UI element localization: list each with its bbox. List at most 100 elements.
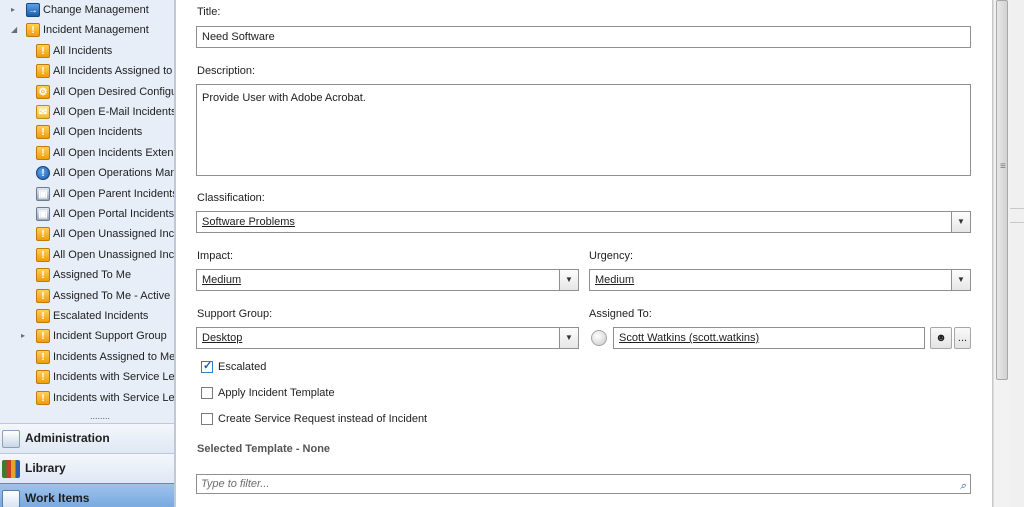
administration-icon <box>2 430 20 448</box>
tree-item-label: Incident Support Group <box>53 330 167 342</box>
vertical-scrollbar[interactable]: ≡ <box>993 0 1010 507</box>
tree-item[interactable]: ✉ All Open E-Mail Incidents <box>0 102 175 122</box>
tree-item-label: All Open E-Mail Incidents <box>53 106 175 118</box>
assigned-to-field[interactable]: Scott Watkins (scott.watkins) <box>613 327 925 349</box>
tree-item-label: Assigned To Me <box>53 269 132 281</box>
tree-item[interactable]: ! All Open Incidents Extend <box>0 143 175 163</box>
incident-icon: ! <box>36 329 50 343</box>
incident-management-icon: ! <box>26 23 40 37</box>
nav-library-button[interactable]: Library <box>0 453 174 483</box>
email-icon: ✉ <box>36 105 50 119</box>
incident-icon: ! <box>36 227 50 241</box>
assigned-incident-icon: ! <box>36 268 50 282</box>
search-icon[interactable]: ⌕ <box>960 477 966 495</box>
assigned-to-value: Scott Watkins (scott.watkins) <box>619 332 760 344</box>
tree-item[interactable]: ! All Open Unassigned Inci <box>0 224 175 244</box>
description-label: Description: <box>197 65 256 77</box>
support-group-label: Support Group: <box>197 308 273 320</box>
filter-placeholder: Type to filter... <box>201 478 270 490</box>
tree-item[interactable]: ! Incidents Assigned to Me <box>0 347 174 367</box>
tree-expander-icon[interactable]: ▸ <box>21 326 25 346</box>
incident-icon: ! <box>36 125 50 139</box>
navigation-sidebar: ▸ → Change Management ◢! Incident Management… <box>0 0 175 507</box>
user-picker-icon: ☻ <box>935 332 947 344</box>
desired-config-icon: ⚙ <box>36 85 50 99</box>
background-panel <box>1010 0 1024 507</box>
assigned-incident-icon: ! <box>36 289 50 303</box>
sla-warning-icon: ! <box>36 391 50 405</box>
create-service-request-checkbox[interactable] <box>201 413 213 425</box>
work-items-icon <box>2 490 20 507</box>
tree-item[interactable]: ! All Open Operations Man <box>0 163 174 183</box>
tree-item[interactable]: ◢! Incident Management <box>0 20 174 40</box>
tree-item-label: Incident Management <box>43 24 149 36</box>
more-items-indicator: ........ <box>90 411 111 421</box>
tree-item[interactable]: ! Assigned To Me - Active <box>0 286 174 306</box>
tree-item-label: Escalated Incidents <box>53 310 149 322</box>
tree-item[interactable]: ⚙ All Open Desired Configu <box>0 82 174 102</box>
nav-work-items-button[interactable]: Work Items <box>0 483 174 507</box>
apply-template-label: Apply Incident Template <box>218 387 335 399</box>
tree-item[interactable]: ▣ All Open Parent Incidents <box>0 184 175 204</box>
checkmark-icon: ✓ <box>203 360 213 372</box>
filter-input[interactable]: Type to filter... ⌕ <box>196 474 971 494</box>
tree-item[interactable]: ▣ All Open Portal Incidents <box>0 204 174 224</box>
tree-item[interactable]: ! Assigned To Me <box>0 265 174 285</box>
apply-template-checkbox[interactable] <box>201 387 213 399</box>
tree-item[interactable]: ! Escalated Incidents <box>0 306 174 326</box>
user-picker-button[interactable]: ☻ <box>930 327 952 349</box>
tree-item-label: All Open Incidents <box>53 126 143 138</box>
tree-item-label: All Open Parent Incidents <box>53 188 175 200</box>
tree-item[interactable]: ▸! Incident Support Group <box>0 326 174 346</box>
user-status-icon <box>591 330 607 346</box>
urgency-dropdown[interactable]: Medium ▼ <box>589 269 971 291</box>
tree-item[interactable]: ! Incidents with Service Lev <box>0 367 174 387</box>
incident-form: Title: Need Software Description: Provid… <box>175 0 993 507</box>
escalated-incident-icon: ! <box>36 309 50 323</box>
tree-expander-icon[interactable]: ▸ <box>11 0 15 20</box>
tree-item[interactable]: ! All Open Incidents <box>0 122 174 142</box>
escalated-checkbox[interactable]: ✓ <box>201 360 213 373</box>
title-label: Title: <box>197 6 221 18</box>
assigned-to-label: Assigned To: <box>589 308 652 320</box>
support-group-dropdown[interactable]: Desktop ▼ <box>196 327 579 349</box>
title-input[interactable]: Need Software <box>196 26 971 48</box>
incident-icon: ! <box>36 146 50 160</box>
tree-item[interactable]: ! All Incidents Assigned to <box>0 61 174 81</box>
browse-button[interactable]: ... <box>954 327 971 349</box>
create-service-request-label: Create Service Request instead of Incide… <box>218 413 428 425</box>
nav-library-label: Library <box>25 461 66 475</box>
tree-item[interactable]: ! All Open Unassigned Inci <box>0 245 175 265</box>
parent-incident-icon: ▣ <box>36 187 50 201</box>
incident-icon: ! <box>36 350 50 364</box>
tree-item-label: All Incidents Assigned to <box>53 65 173 77</box>
selected-template-heading: Selected Template - None <box>197 443 331 455</box>
urgency-value: Medium <box>595 274 635 286</box>
impact-dropdown[interactable]: Medium ▼ <box>196 269 579 291</box>
classification-value: Software Problems <box>202 216 295 228</box>
tree-item[interactable]: ! Incidents with Service Lev <box>0 388 175 408</box>
nav-administration-button[interactable]: Administration <box>0 423 174 453</box>
tree-item-label: All Open Unassigned Inci <box>53 228 175 240</box>
dropdown-arrow-icon[interactable]: ▼ <box>951 270 970 290</box>
tree-item-label: All Incidents <box>53 45 113 57</box>
dropdown-arrow-icon[interactable]: ▼ <box>559 328 578 348</box>
tree-item-label: Assigned To Me - Active <box>53 290 171 302</box>
divider <box>1010 222 1024 223</box>
library-icon <box>2 460 20 478</box>
change-management-icon: → <box>26 3 40 17</box>
divider <box>1010 208 1024 209</box>
scrollbar-thumb[interactable]: ≡ <box>996 0 1008 380</box>
description-textarea[interactable]: Provide User with Adobe Acrobat. <box>196 84 971 176</box>
tree-item-label: Incidents with Service Lev <box>53 392 175 404</box>
nav-work-items-label: Work Items <box>25 491 90 505</box>
dropdown-arrow-icon[interactable]: ▼ <box>559 270 578 290</box>
dropdown-arrow-icon[interactable]: ▼ <box>951 212 970 232</box>
tree-expander-icon[interactable]: ◢ <box>11 20 17 40</box>
tree-item-label: All Open Unassigned Inci <box>53 249 175 261</box>
tree-item[interactable]: ▸ → Change Management <box>0 0 174 20</box>
support-group-value: Desktop <box>202 332 243 344</box>
classification-dropdown[interactable]: Software Problems ▼ <box>196 211 971 233</box>
tree-item[interactable]: ! All Incidents <box>0 41 174 61</box>
tree-item-label: All Open Incidents Extend <box>53 147 175 159</box>
